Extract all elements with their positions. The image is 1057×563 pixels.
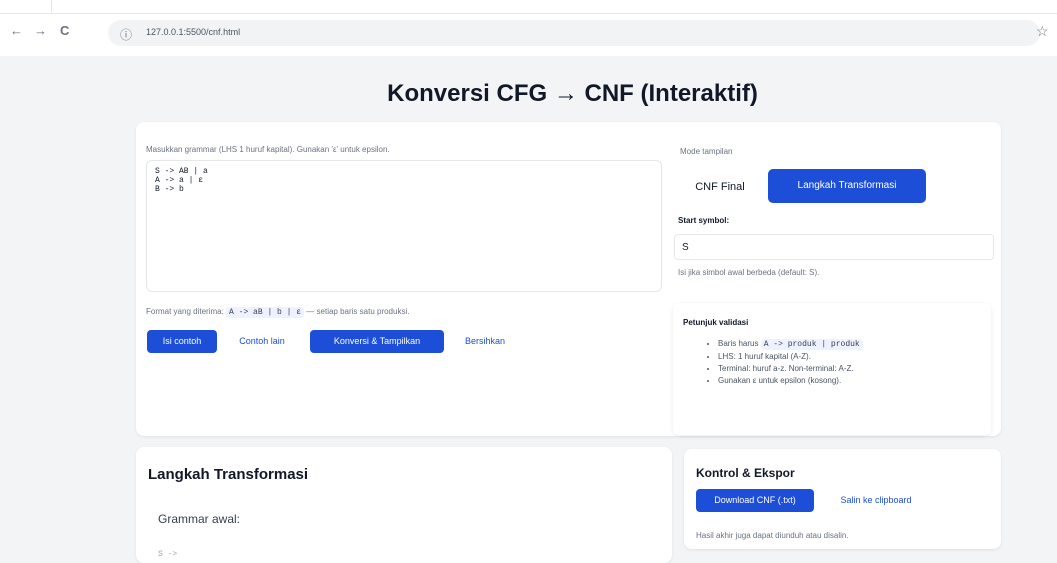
start-symbol-help: Isi jika simbol awal berbeda (default: S… bbox=[678, 268, 820, 277]
forward-arrow-icon[interactable]: → bbox=[34, 24, 47, 38]
fill-example-button[interactable]: Isi contoh bbox=[147, 330, 217, 353]
transform-steps-button[interactable]: Langkah Transformasi bbox=[768, 169, 926, 203]
browser-chrome: ← → C ⓘ 127.0.0.1:5500/cnf.html ☆ bbox=[0, 0, 1057, 60]
format-hint-prefix: Format yang diterima: bbox=[146, 307, 224, 316]
grammar-input-label: Masukkan grammar (LHS 1 huruf kapital). … bbox=[146, 145, 390, 154]
validation-code: A -> produk | produk bbox=[760, 339, 863, 350]
export-title: Kontrol & Ekspor bbox=[696, 466, 795, 480]
steps-title: Langkah Transformasi bbox=[148, 466, 309, 483]
copy-clipboard-button[interactable]: Salin ke clipboard bbox=[820, 489, 932, 512]
format-hint-suffix: — setiap baris satu produksi. bbox=[306, 307, 410, 316]
tab-strip bbox=[0, 0, 1057, 14]
start-symbol-value: S bbox=[682, 242, 689, 253]
export-note: Hasil akhir juga dapat diunduh atau disa… bbox=[696, 531, 849, 540]
site-info-icon[interactable]: ⓘ bbox=[120, 26, 132, 43]
bookmark-star-icon[interactable]: ☆ bbox=[1036, 23, 1049, 40]
clear-button[interactable]: Bersihkan bbox=[452, 330, 518, 353]
initial-grammar-label: Grammar awal: bbox=[158, 512, 241, 526]
address-bar[interactable]: ⓘ 127.0.0.1:5500/cnf.html bbox=[108, 20, 1040, 46]
view-mode-label: Mode tampilan bbox=[680, 147, 733, 156]
other-example-button[interactable]: Contoh lain bbox=[226, 330, 298, 353]
grammar-textarea[interactable]: S -> AB | a A -> a | ε B -> b bbox=[146, 160, 662, 292]
grammar-text: S -> AB | a A -> a | ε B -> b bbox=[155, 167, 208, 194]
convert-button[interactable]: Konversi & Tampilkan bbox=[310, 330, 444, 353]
address-url: 127.0.0.1:5500/cnf.html bbox=[146, 27, 241, 37]
validation-item: Baris harus A -> produk | produk bbox=[718, 338, 863, 351]
validation-item: Gunakan ε untuk epsilon (kosong). bbox=[718, 375, 863, 387]
format-hint: Format yang diterima: A -> aB | b | ε — … bbox=[146, 307, 410, 318]
validation-item: Terminal: huruf a-z. Non-terminal: A-Z. bbox=[718, 363, 863, 375]
reload-icon[interactable]: C bbox=[60, 24, 69, 38]
browser-tab[interactable] bbox=[0, 0, 52, 14]
transform-steps-card bbox=[136, 447, 672, 563]
validation-title: Petunjuk validasi bbox=[683, 318, 749, 327]
validation-item: LHS: 1 huruf kapital (A-Z). bbox=[718, 351, 863, 363]
start-symbol-label: Start symbol: bbox=[678, 216, 730, 225]
format-hint-code: A -> aB | b | ε bbox=[226, 307, 305, 318]
page-title: Konversi CFG → CNF (Interaktif) bbox=[387, 80, 758, 107]
back-arrow-icon[interactable]: ← bbox=[10, 24, 23, 38]
start-symbol-input[interactable]: S bbox=[674, 234, 994, 260]
cnf-final-button[interactable]: CNF Final bbox=[682, 172, 758, 202]
validation-list: Baris harus A -> produk | produk LHS: 1 … bbox=[718, 338, 863, 387]
initial-grammar-code: S -> bbox=[158, 550, 178, 559]
download-cnf-button[interactable]: Download CNF (.txt) bbox=[696, 489, 814, 512]
